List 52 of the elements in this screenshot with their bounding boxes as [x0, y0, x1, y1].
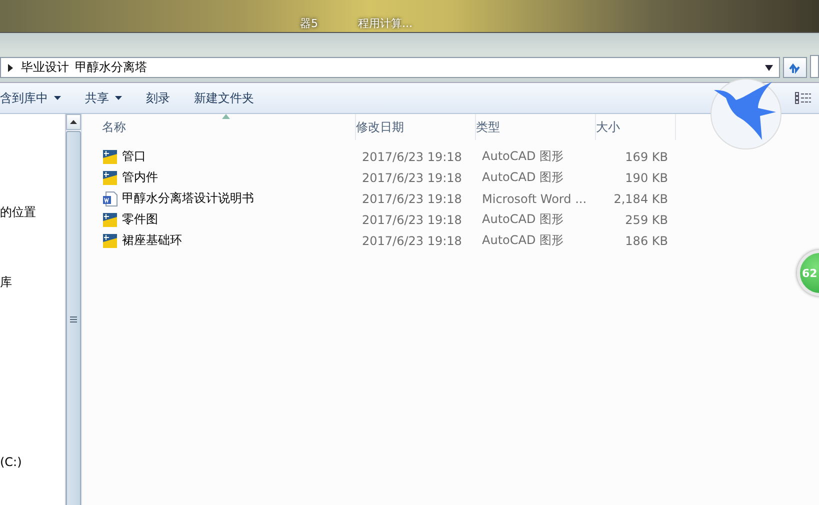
- type-cell-text: AutoCAD 图形: [481, 169, 565, 186]
- toolbar-button[interactable]: 新建文件夹: [182, 86, 266, 110]
- search-field[interactable]: [810, 55, 819, 78]
- type-cell-text: AutoCAD 图形: [481, 211, 565, 228]
- up-arrow-icon: [70, 120, 77, 124]
- file-name[interactable]: 零件图: [122, 211, 158, 228]
- view-options-icon[interactable]: [795, 92, 811, 104]
- file-name[interactable]: 管口: [122, 148, 146, 165]
- column-header[interactable]: 类型: [476, 114, 596, 140]
- size-cell-text: 190 KB: [624, 170, 669, 184]
- type-cell-text: AutoCAD 图形: [481, 232, 565, 249]
- navigation-item[interactable]: (C:): [0, 452, 65, 472]
- bird-logo-icon[interactable]: [710, 78, 782, 150]
- file-name[interactable]: 甲醇水分离塔设计说明书: [122, 190, 254, 207]
- toolbar-button[interactable]: 含到库中: [0, 86, 73, 110]
- dropdown-icon[interactable]: [764, 64, 774, 72]
- chevron-icon: [5, 62, 15, 72]
- toolbar-button[interactable]: 共享: [73, 86, 134, 110]
- cad-file-icon: [102, 212, 118, 228]
- grip-icon: [70, 316, 77, 322]
- address-bar[interactable]: 毕业设计 甲醇水分离塔: [0, 57, 780, 78]
- size-cell-text: 2,184 KB: [612, 192, 669, 206]
- caret-icon: [54, 96, 61, 100]
- navigation-item[interactable]: 库: [0, 272, 65, 292]
- date-cell-text: 2017/6/23 19:18: [361, 150, 463, 164]
- scroll-up-button[interactable]: [66, 114, 81, 130]
- cad-file-icon: [102, 148, 118, 164]
- column-header[interactable]: 修改日期: [356, 114, 476, 140]
- file-name[interactable]: 管内件: [122, 169, 158, 186]
- breadcrumb[interactable]: 甲醇水分离塔: [75, 59, 147, 76]
- refresh-icon: [788, 62, 802, 74]
- date-cell-text: 2017/6/23 19:18: [361, 170, 463, 184]
- breadcrumb[interactable]: 毕业设计: [21, 59, 69, 76]
- type-cell-text: AutoCAD 图形: [481, 148, 565, 165]
- size-cell-text: 259 KB: [624, 212, 669, 226]
- cad-file-icon: [102, 170, 118, 186]
- word-document-icon: [102, 190, 118, 206]
- cad-file-icon: [102, 232, 118, 248]
- file-name[interactable]: 裙座基础环: [122, 232, 182, 249]
- column-header[interactable]: 名称: [102, 114, 356, 140]
- size-cell-text: 186 KB: [624, 234, 669, 248]
- caret-icon: [115, 96, 122, 100]
- date-cell-text: 2017/6/23 19:18: [361, 234, 463, 248]
- sort-arrow-icon: [222, 114, 230, 119]
- navigation-item[interactable]: 的位置: [0, 202, 65, 222]
- refresh-button[interactable]: [783, 57, 807, 78]
- date-cell-text: 2017/6/23 19:18: [361, 212, 463, 226]
- size-cell-text: 169 KB: [624, 150, 669, 164]
- date-cell-text: 2017/6/23 19:18: [361, 192, 463, 206]
- column-header[interactable]: 大小: [596, 114, 676, 140]
- toolbar-button[interactable]: 刻录: [134, 86, 182, 110]
- type-cell-text: Microsoft Word ...: [481, 192, 588, 206]
